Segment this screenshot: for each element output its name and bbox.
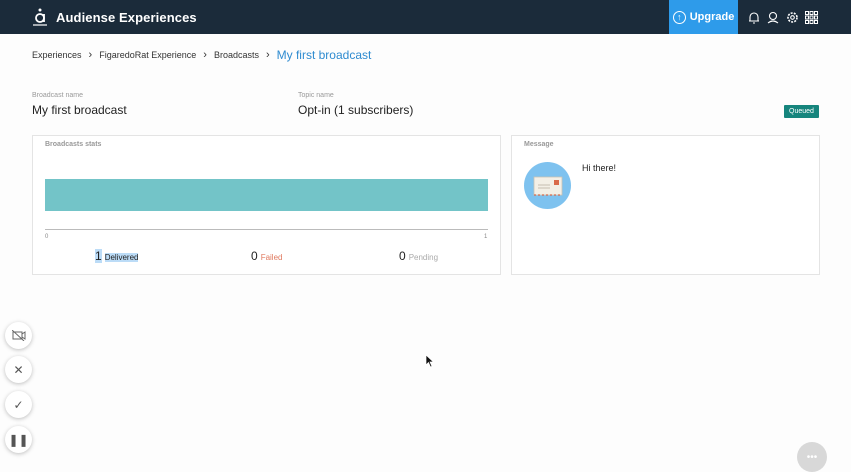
delivered-label: Delivered: [104, 253, 139, 262]
upgrade-button[interactable]: ↑ Upgrade: [669, 0, 738, 34]
delivered-bar: [45, 179, 488, 211]
mouse-cursor-icon: [425, 354, 435, 368]
pause-button[interactable]: ❚❚: [5, 426, 32, 453]
breadcrumb-broadcasts[interactable]: Broadcasts: [214, 50, 259, 60]
breadcrumb-current: My first broadcast: [276, 48, 372, 62]
confirm-button[interactable]: ✓: [5, 391, 32, 418]
camera-off-button[interactable]: [5, 322, 32, 349]
check-icon: ✓: [13, 397, 24, 412]
camera-off-icon: [11, 330, 25, 341]
message-card: Message Hi there!: [511, 135, 820, 275]
top-bar: Audiense Experiences ↑ Upgrade: [0, 0, 851, 34]
failed-count: 0: [251, 249, 258, 263]
pending-count: 0: [399, 249, 406, 263]
axis-line: [45, 229, 488, 230]
delivered-stat: 1 Delivered: [95, 249, 139, 263]
apps-grid-icon[interactable]: [804, 9, 818, 25]
app-title: Audiense Experiences: [56, 9, 197, 25]
axis-tick-max: 1: [484, 234, 488, 240]
pause-icon: ❚❚: [8, 432, 29, 447]
pending-stat: 0 Pending: [399, 249, 438, 263]
delivered-count: 1: [95, 249, 102, 263]
failed-stat: 0 Failed: [251, 249, 282, 263]
status-badge: Queued: [784, 105, 819, 118]
breadcrumb-experience[interactable]: FigaredoRat Experience: [99, 50, 196, 60]
pending-label: Pending: [408, 253, 439, 262]
stats-card-title: Broadcasts stats: [45, 141, 102, 148]
axis-tick-min: 0: [45, 234, 49, 240]
topic-name-label: Topic name: [298, 92, 334, 99]
envelope-icon: [533, 176, 562, 196]
broadcast-name: My first broadcast: [32, 103, 127, 117]
chat-widget-button[interactable]: •••: [797, 442, 827, 472]
broadcast-stats-card: Broadcasts stats 0 1 1 Delivered 0 Faile…: [32, 135, 501, 275]
chevron-right-icon: ›: [203, 49, 207, 61]
chevron-right-icon: ›: [265, 49, 270, 61]
bell-icon[interactable]: [747, 9, 761, 25]
chevron-right-icon: ›: [88, 49, 93, 61]
gear-icon[interactable]: [785, 9, 799, 25]
failed-label: Failed: [260, 253, 283, 262]
user-icon[interactable]: [766, 9, 780, 25]
breadcrumb-experiences[interactable]: Experiences: [32, 50, 82, 60]
brand[interactable]: Audiense Experiences: [32, 8, 197, 26]
broadcast-name-label: Broadcast name: [32, 92, 83, 99]
arrow-up-icon: ↑: [672, 10, 686, 24]
close-button[interactable]: ✕: [5, 356, 32, 383]
message-card-title: Message: [524, 141, 554, 148]
audiense-logo-icon: [33, 8, 47, 26]
envelope-avatar: [524, 162, 571, 209]
breadcrumb: Experiences › FigaredoRat Experience › B…: [32, 48, 371, 62]
upgrade-label: Upgrade: [689, 11, 735, 23]
close-icon: ✕: [13, 362, 24, 377]
topic-name: Opt-in (1 subscribers): [298, 103, 414, 117]
message-text: Hi there!: [582, 163, 617, 173]
